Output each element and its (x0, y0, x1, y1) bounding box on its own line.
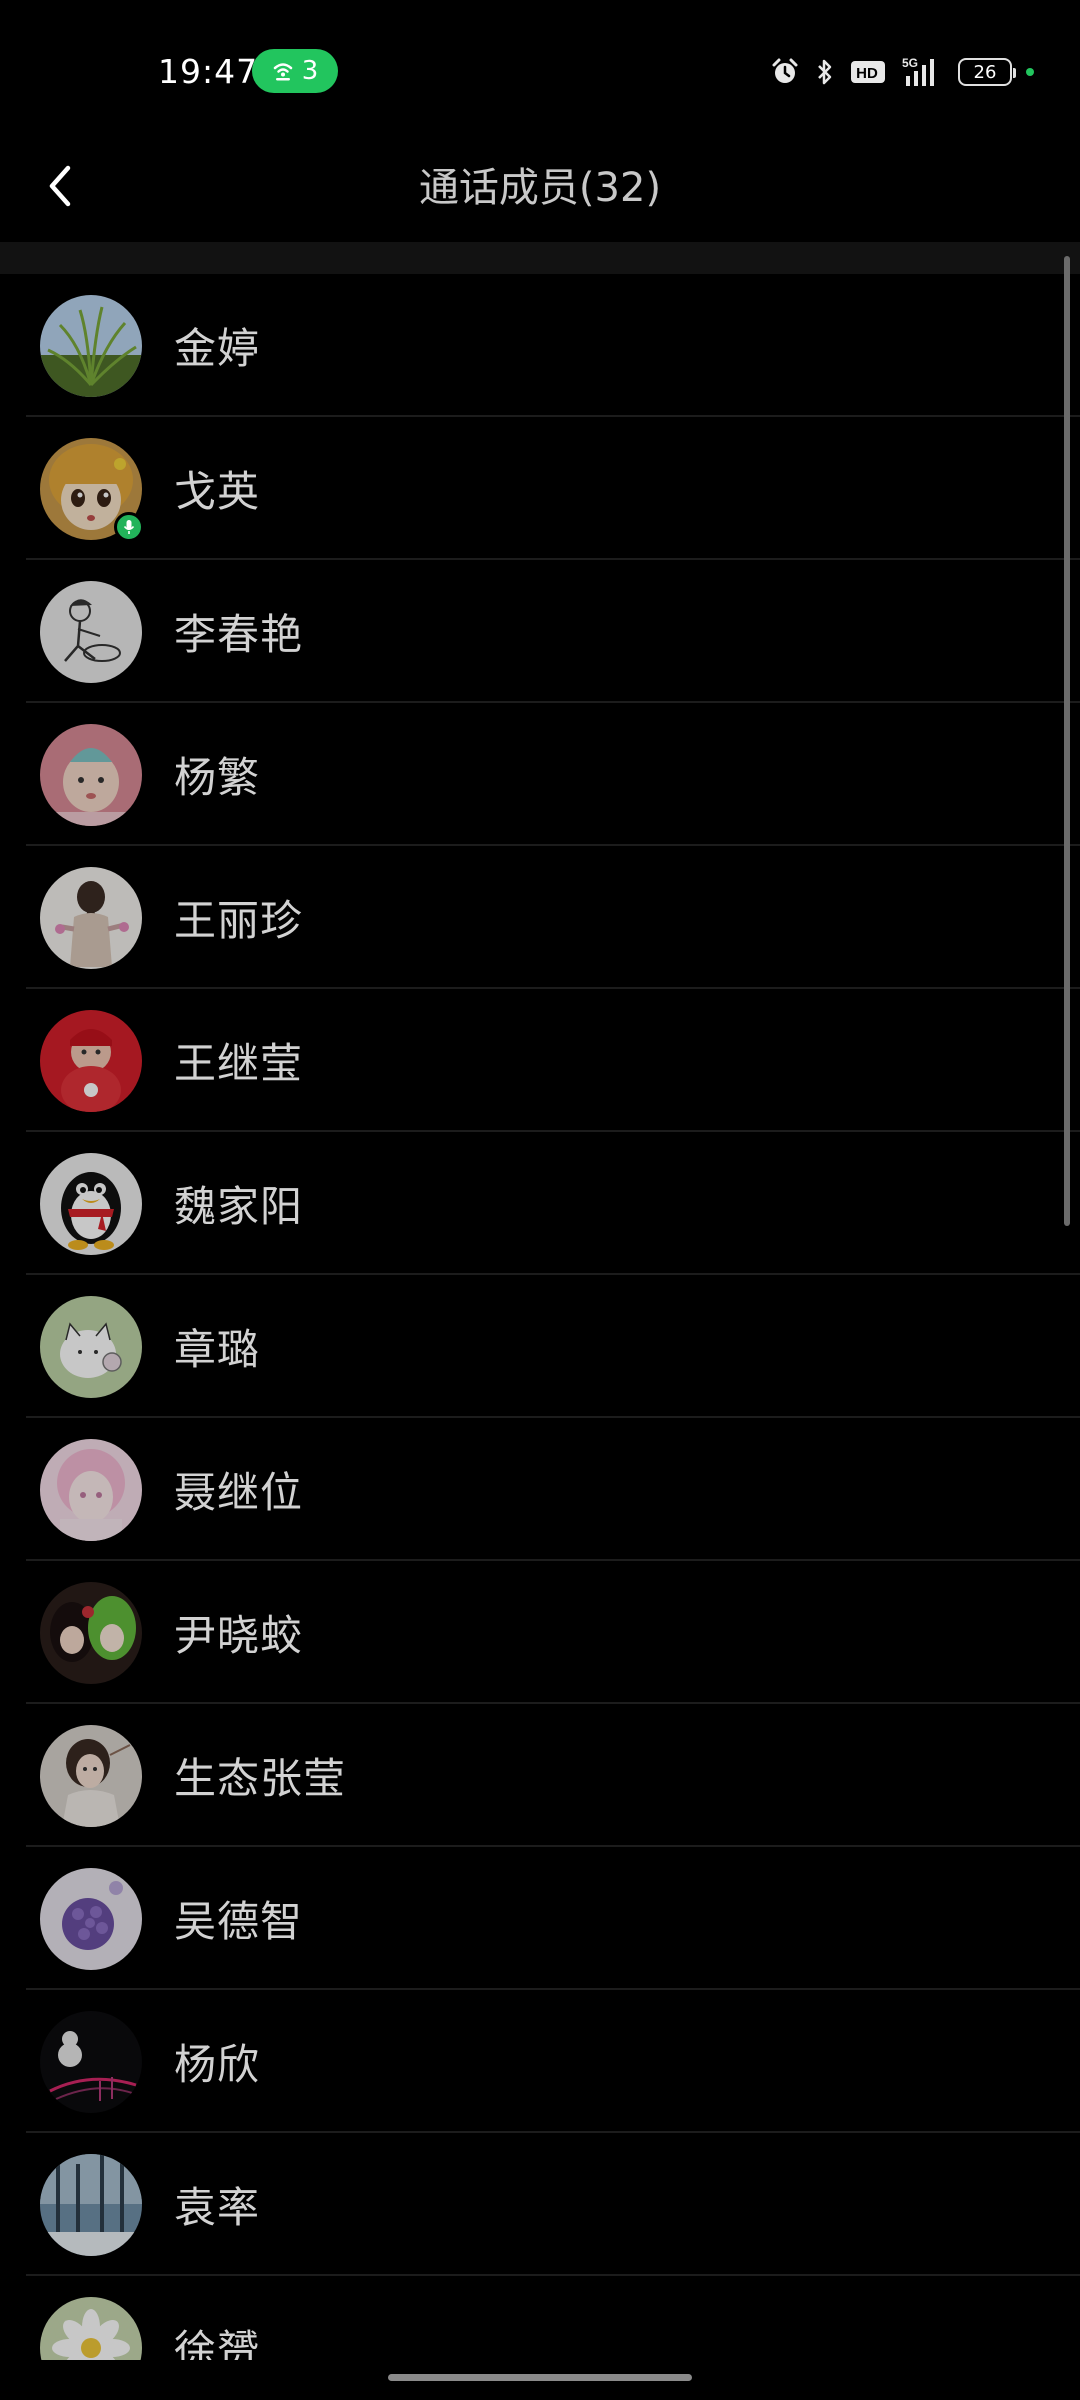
avatar[interactable] (40, 580, 142, 683)
avatar-image (40, 2296, 142, 2360)
member-row[interactable]: 袁率 (0, 2133, 1080, 2276)
avatar-image (40, 1724, 142, 1827)
avatar[interactable] (40, 723, 142, 826)
member-name: 聂继位 (174, 1468, 304, 1517)
member-row[interactable]: 尹晓蛟 (0, 1561, 1080, 1704)
member-name: 徐赟 (174, 2326, 261, 2360)
status-bar: 19:47 3 HD 5G 26 (0, 0, 1080, 140)
signal-icon: 5G (900, 56, 944, 88)
svg-text:HD: HD (856, 65, 878, 82)
scrollbar[interactable] (1064, 256, 1070, 1226)
member-row[interactable]: 金婷 (0, 274, 1080, 417)
member-row[interactable]: 聂继位 (0, 1418, 1080, 1561)
avatar-image (40, 294, 142, 397)
member-name: 吴德智 (174, 1897, 304, 1946)
member-name: 生态张莹 (174, 1754, 347, 1803)
header: 通话成员(32) (0, 140, 1080, 242)
member-name: 王继莹 (174, 1039, 304, 1088)
avatar[interactable] (40, 2010, 142, 2113)
avatar[interactable] (40, 1152, 142, 1255)
avatar-image (40, 723, 142, 826)
alarm-icon (770, 57, 800, 87)
member-row[interactable]: 王继莹 (0, 989, 1080, 1132)
status-icons: HD 5G 26 (770, 52, 1034, 92)
battery-level: 26 (973, 61, 997, 83)
avatar-image (40, 1867, 142, 1970)
avatar-image (40, 1581, 142, 1684)
avatar-image (40, 1295, 142, 1398)
member-name: 金婷 (174, 324, 261, 373)
member-name: 戈英 (174, 467, 261, 516)
hotspot-icon (272, 60, 294, 82)
member-row[interactable]: 徐赟 (0, 2276, 1080, 2360)
bluetooth-icon (814, 57, 836, 87)
avatar[interactable] (40, 2296, 142, 2360)
status-time: 19:47 (158, 52, 259, 91)
avatar-image (40, 2153, 142, 2256)
avatar[interactable] (40, 1295, 142, 1398)
avatar[interactable] (40, 1581, 142, 1684)
member-name: 王丽珍 (174, 896, 304, 945)
avatar-image (40, 1438, 142, 1541)
hd-icon: HD (850, 59, 886, 85)
battery-icon: 26 (958, 58, 1016, 86)
avatar[interactable] (40, 437, 144, 542)
member-name: 袁率 (174, 2183, 261, 2232)
member-name: 李春艳 (174, 610, 304, 659)
member-row[interactable]: 生态张莹 (0, 1704, 1080, 1847)
member-row[interactable]: 魏家阳 (0, 1132, 1080, 1275)
member-row[interactable]: 章璐 (0, 1275, 1080, 1418)
header-divider (0, 242, 1080, 274)
member-row[interactable]: 杨繁 (0, 703, 1080, 846)
hotspot-count: 3 (301, 56, 319, 86)
privacy-dot (1026, 68, 1034, 76)
page-title: 通话成员(32) (418, 165, 662, 211)
avatar-image (40, 1152, 142, 1255)
avatar-image (40, 1009, 142, 1112)
member-row[interactable]: 吴德智 (0, 1847, 1080, 1990)
member-list[interactable]: 金婷戈英李春艳杨繁王丽珍王继莹魏家阳章璐聂继位尹晓蛟生态张莹吴德智杨欣袁率徐赟 (0, 274, 1080, 2360)
avatar[interactable] (40, 294, 142, 397)
member-name: 魏家阳 (174, 1182, 304, 1231)
hotspot-indicator[interactable]: 3 (252, 49, 338, 93)
avatar[interactable] (40, 1438, 142, 1541)
member-name: 章璐 (174, 1325, 261, 1374)
svg-text:5G: 5G (902, 56, 918, 70)
avatar[interactable] (40, 1009, 142, 1112)
member-row[interactable]: 戈英 (0, 417, 1080, 560)
member-row[interactable]: 杨欣 (0, 1990, 1080, 2133)
avatar[interactable] (40, 2153, 142, 2256)
member-row[interactable]: 李春艳 (0, 560, 1080, 703)
member-name: 尹晓蛟 (174, 1611, 304, 1660)
home-indicator[interactable] (388, 2374, 692, 2381)
avatar[interactable] (40, 866, 142, 969)
microphone-icon (114, 511, 144, 542)
member-row[interactable]: 王丽珍 (0, 846, 1080, 989)
avatar-image (40, 2010, 142, 2113)
member-name: 杨繁 (174, 753, 261, 802)
avatar[interactable] (40, 1724, 142, 1827)
avatar[interactable] (40, 1867, 142, 1970)
member-name: 杨欣 (174, 2040, 261, 2089)
avatar-image (40, 580, 142, 683)
avatar-image (40, 866, 142, 969)
